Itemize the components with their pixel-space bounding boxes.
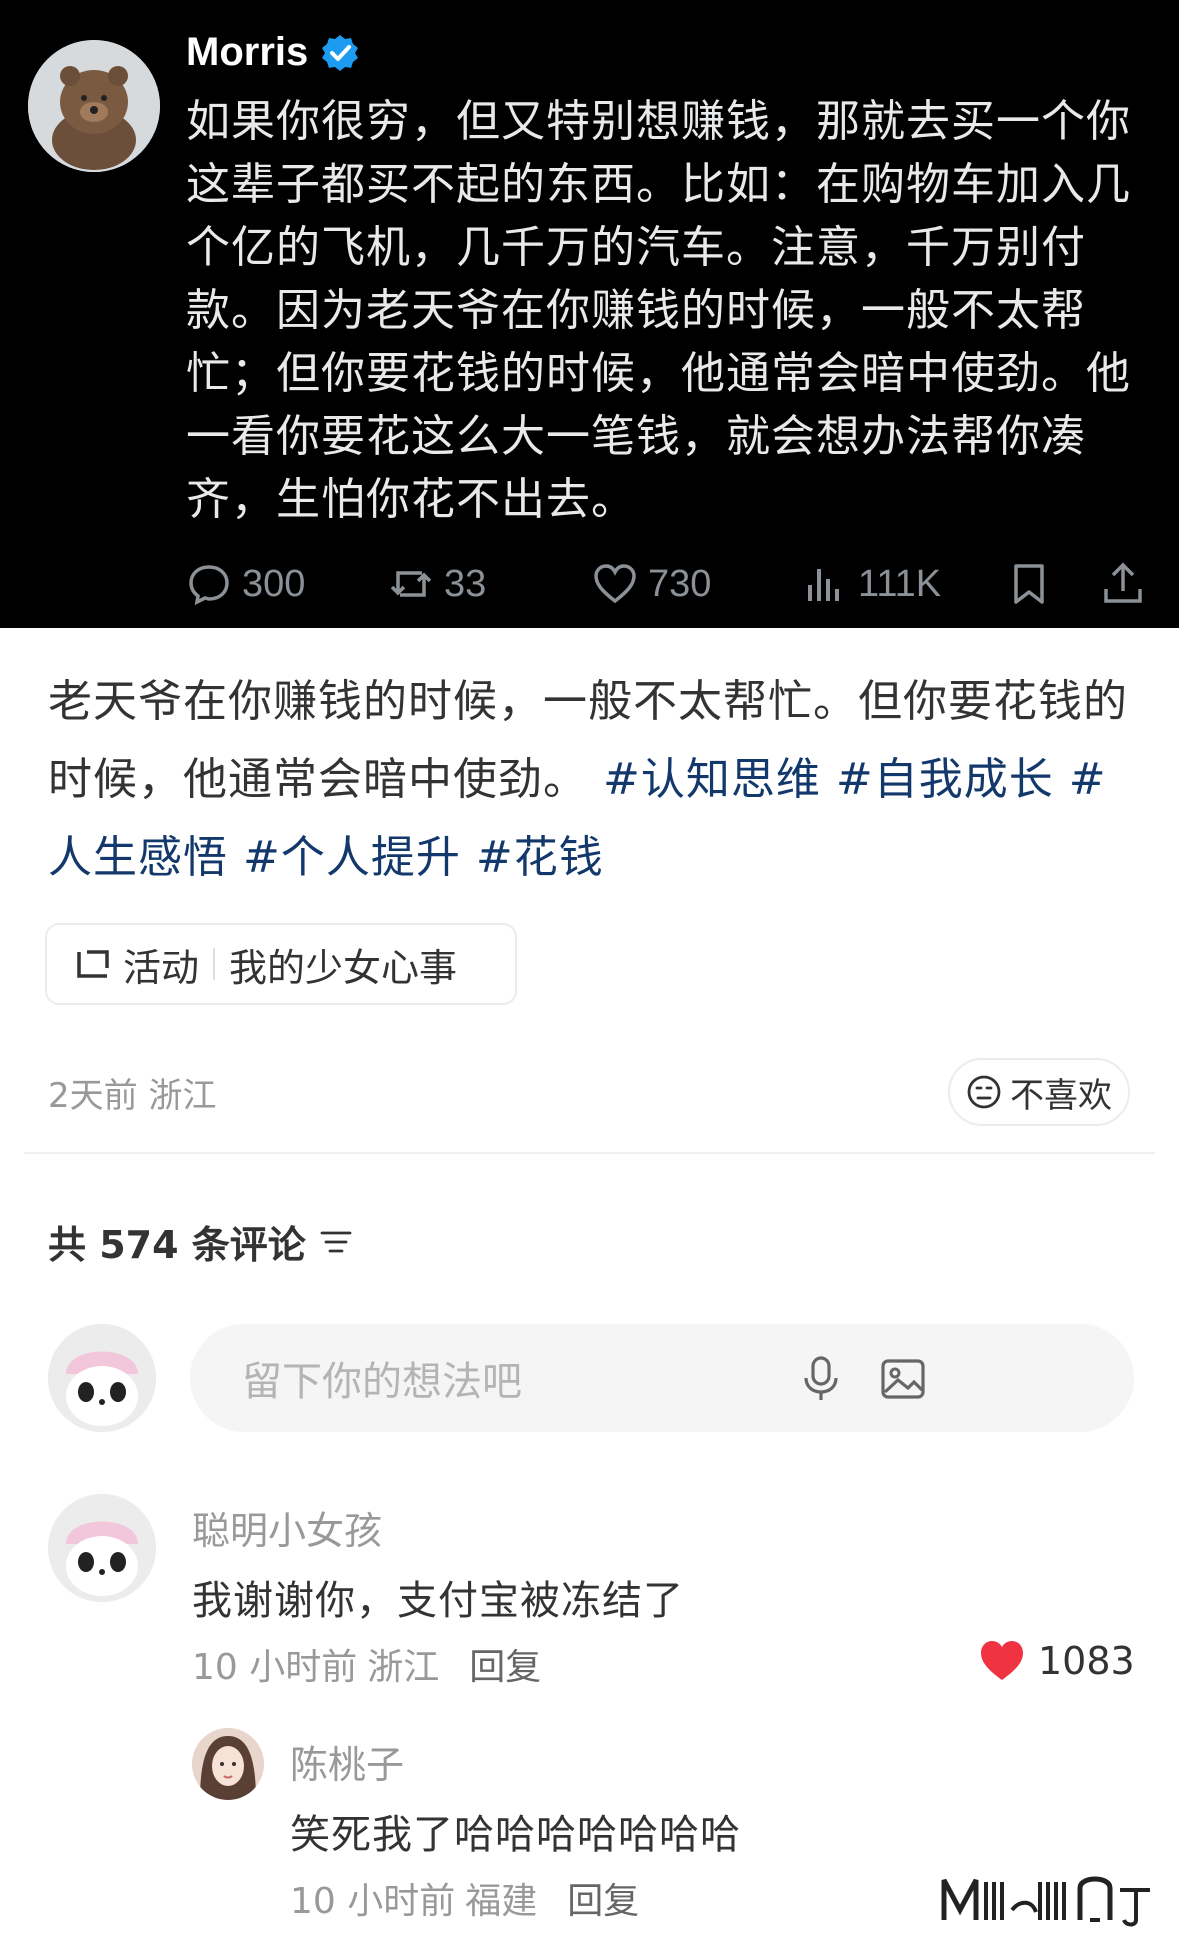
like-count: 730: [648, 562, 712, 605]
post-content: 老天爷在你赚钱的时候，一般不太帮忙。但你要花钱的时候，他通常会暗中使劲。 #认知…: [48, 663, 1148, 897]
like-action[interactable]: 730: [592, 556, 711, 612]
bookmark-icon: [1014, 564, 1044, 604]
reply-text: 笑死我了哈哈哈哈哈哈哈: [290, 1812, 741, 1858]
comment-location: 浙江: [367, 1647, 440, 1688]
bookmark-action[interactable]: [1006, 556, 1052, 612]
hashtag[interactable]: #花钱: [476, 832, 604, 883]
activity-name: 我的少女心事: [229, 945, 458, 990]
tweet-card: Morris 如果你很穷，但又特别想赚钱，那就去买一个你这辈子都买不起的东西。比…: [0, 0, 1179, 628]
retweet-action[interactable]: 33: [388, 556, 486, 612]
comment-username[interactable]: 聪明小女孩: [192, 1500, 382, 1555]
watermark-logo: [941, 1876, 1150, 1927]
unhappy-face-icon: [967, 1075, 1001, 1109]
hashtag[interactable]: #自我成长: [836, 754, 1054, 805]
activity-icon: [77, 950, 109, 978]
hashtag[interactable]: #个人提升: [243, 832, 461, 883]
comment-meta: 10 小时前 浙江 回复: [192, 1638, 541, 1690]
sort-filter-icon[interactable]: [318, 1224, 354, 1260]
section-divider: [24, 1152, 1155, 1154]
reply-button[interactable]: 回复: [469, 1638, 541, 1690]
reply-location: 福建: [465, 1881, 538, 1922]
tweet-author-name[interactable]: Morris: [186, 30, 360, 75]
comment-like[interactable]: 1083: [978, 1638, 1135, 1684]
reply-action[interactable]: 300: [186, 556, 305, 612]
activity-label: 活动: [123, 945, 200, 990]
share-icon: [1104, 562, 1142, 603]
reply-time: 10 小时前: [290, 1881, 456, 1922]
dislike-label: 不喜欢: [1010, 1075, 1112, 1116]
comment-count-label: 共 574 条评论: [48, 1223, 306, 1267]
current-user-avatar: [48, 1324, 156, 1432]
heart-outline-icon: [594, 564, 636, 604]
author-name-text: Morris: [186, 30, 309, 74]
analytics-icon: [808, 569, 839, 601]
share-action[interactable]: [1100, 556, 1146, 612]
view-count: 111K: [858, 562, 942, 605]
reply-icon: [189, 565, 229, 606]
microphone-icon[interactable]: [796, 1354, 846, 1404]
heart-filled-icon: [981, 1641, 1023, 1680]
views-action[interactable]: 111K: [802, 556, 941, 612]
comment-avatar[interactable]: [48, 1494, 156, 1602]
hashtag[interactable]: #认知思维: [603, 754, 821, 805]
comment-text: 我谢谢你，支付宝被冻结了: [192, 1578, 684, 1624]
comment-input-placeholder: 留下你的想法吧: [242, 1359, 522, 1405]
tweet-author-avatar[interactable]: [28, 40, 160, 172]
dislike-button[interactable]: 不喜欢: [948, 1058, 1130, 1126]
post-meta: 2天前 浙江: [48, 1076, 217, 1116]
comment-time: 10 小时前: [192, 1647, 358, 1688]
verified-badge-icon: [322, 34, 359, 71]
tweet-text: 如果你很穷，但又特别想赚钱，那就去买一个你这辈子都买不起的东西。比如：在购物车加…: [186, 96, 1131, 525]
comment-like-count: 1083: [1038, 1639, 1135, 1683]
image-upload-icon[interactable]: [878, 1354, 928, 1404]
reply-meta: 10 小时前 福建 回复: [290, 1872, 639, 1924]
retweet-count: 33: [444, 562, 487, 605]
tweet-action-bar: 300 33 730 111K: [186, 556, 1156, 612]
chip-divider: [213, 948, 216, 980]
reply-avatar[interactable]: [192, 1728, 264, 1800]
reply-button[interactable]: 回复: [567, 1872, 639, 1924]
comment-input[interactable]: 留下你的想法吧: [190, 1324, 1134, 1432]
comment-count-header: 共 574 条评论: [48, 1214, 354, 1269]
reply-count: 300: [242, 562, 306, 605]
reply-username[interactable]: 陈桃子: [290, 1734, 404, 1789]
activity-chip[interactable]: 活动 我的少女心事: [45, 923, 517, 1005]
retweet-icon: [390, 571, 432, 597]
